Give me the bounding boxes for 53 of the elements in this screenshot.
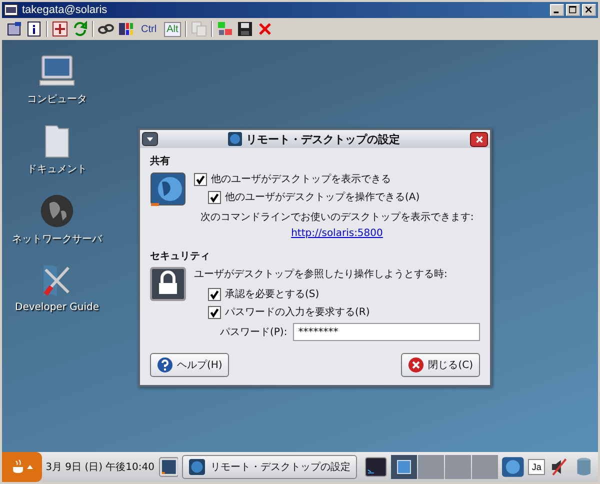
close-icon (408, 357, 424, 373)
window-menu-button[interactable] (142, 132, 158, 146)
checkbox-label[interactable]: パスワードの入力を要求する(R) (225, 305, 370, 319)
info-icon[interactable] (26, 21, 42, 37)
show-desktop-icon[interactable] (158, 457, 178, 477)
windows-icon[interactable] (118, 21, 134, 37)
desktop-icon-label[interactable]: Developer Guide (15, 302, 99, 313)
section-heading: 共有 (150, 154, 171, 168)
close-icon (474, 134, 484, 144)
dialog-title: リモート・デスクトップの設定 (246, 132, 400, 146)
checkbox-label[interactable]: 他のユーザがデスクトップを操作できる(A) (225, 190, 420, 204)
workspace-button[interactable] (391, 455, 418, 479)
caret-icon (146, 135, 154, 143)
help-button[interactable]: ヘルプ(H) (150, 353, 230, 377)
fullscreen-icon[interactable] (52, 21, 68, 37)
maximize-icon (569, 6, 577, 14)
taskbar-task[interactable]: リモート・デスクトップの設定 (182, 455, 358, 479)
input-method-indicator[interactable]: Ja (528, 459, 546, 475)
link-icon[interactable] (98, 21, 114, 37)
alt-key-button[interactable]: Alt (164, 22, 182, 36)
desktop-icon-label[interactable]: ネットワークサーバ (12, 232, 102, 246)
clock-text[interactable]: 3月 9日 (日) 午後10:40 (46, 460, 154, 474)
speaker-icon[interactable] (549, 457, 570, 477)
checkbox[interactable] (208, 306, 221, 318)
minimize-button[interactable] (550, 4, 564, 16)
section-heading: セキュリティ (150, 250, 211, 263)
save-icon[interactable] (237, 21, 254, 37)
help-icon (157, 357, 173, 373)
url-link[interactable]: http://solaris:5800 (291, 228, 383, 239)
window-title: takegata@solaris (22, 4, 108, 16)
description-text: ユーザがデスクトップを参照したり操作しようとする時: (194, 268, 448, 281)
refresh-icon[interactable] (72, 21, 88, 37)
app-icon (4, 4, 18, 16)
ctrl-key-button[interactable]: Ctrl (138, 22, 160, 36)
desktop-icon-label[interactable]: コンピュータ (27, 92, 87, 106)
close-icon (585, 6, 593, 14)
terminal-icon[interactable] (365, 457, 388, 477)
checkbox[interactable] (208, 190, 221, 204)
computer-icon[interactable] (6, 21, 22, 37)
checkbox[interactable] (208, 288, 221, 300)
hint-text: 次のコマンドラインでお使いのデスクトップを表示できます: (199, 210, 475, 224)
checkbox[interactable] (194, 172, 207, 186)
launch-menu-button[interactable] (2, 452, 42, 482)
checkbox-label[interactable]: 他のユーザがデスクトップを表示できる (211, 172, 391, 186)
network-icon[interactable] (217, 21, 234, 37)
checkbox-label[interactable]: 承認を必要とする(S) (225, 287, 320, 301)
padlock-icon (150, 267, 186, 303)
password-field[interactable]: ******** (293, 323, 480, 341)
close-button[interactable]: 閉じる(C) (401, 353, 480, 377)
close-button[interactable] (470, 132, 488, 146)
desktop-icon-label[interactable]: ドキュメント (27, 162, 87, 176)
maximize-button[interactable] (566, 4, 580, 16)
password-label: パスワード(P): (220, 326, 288, 339)
